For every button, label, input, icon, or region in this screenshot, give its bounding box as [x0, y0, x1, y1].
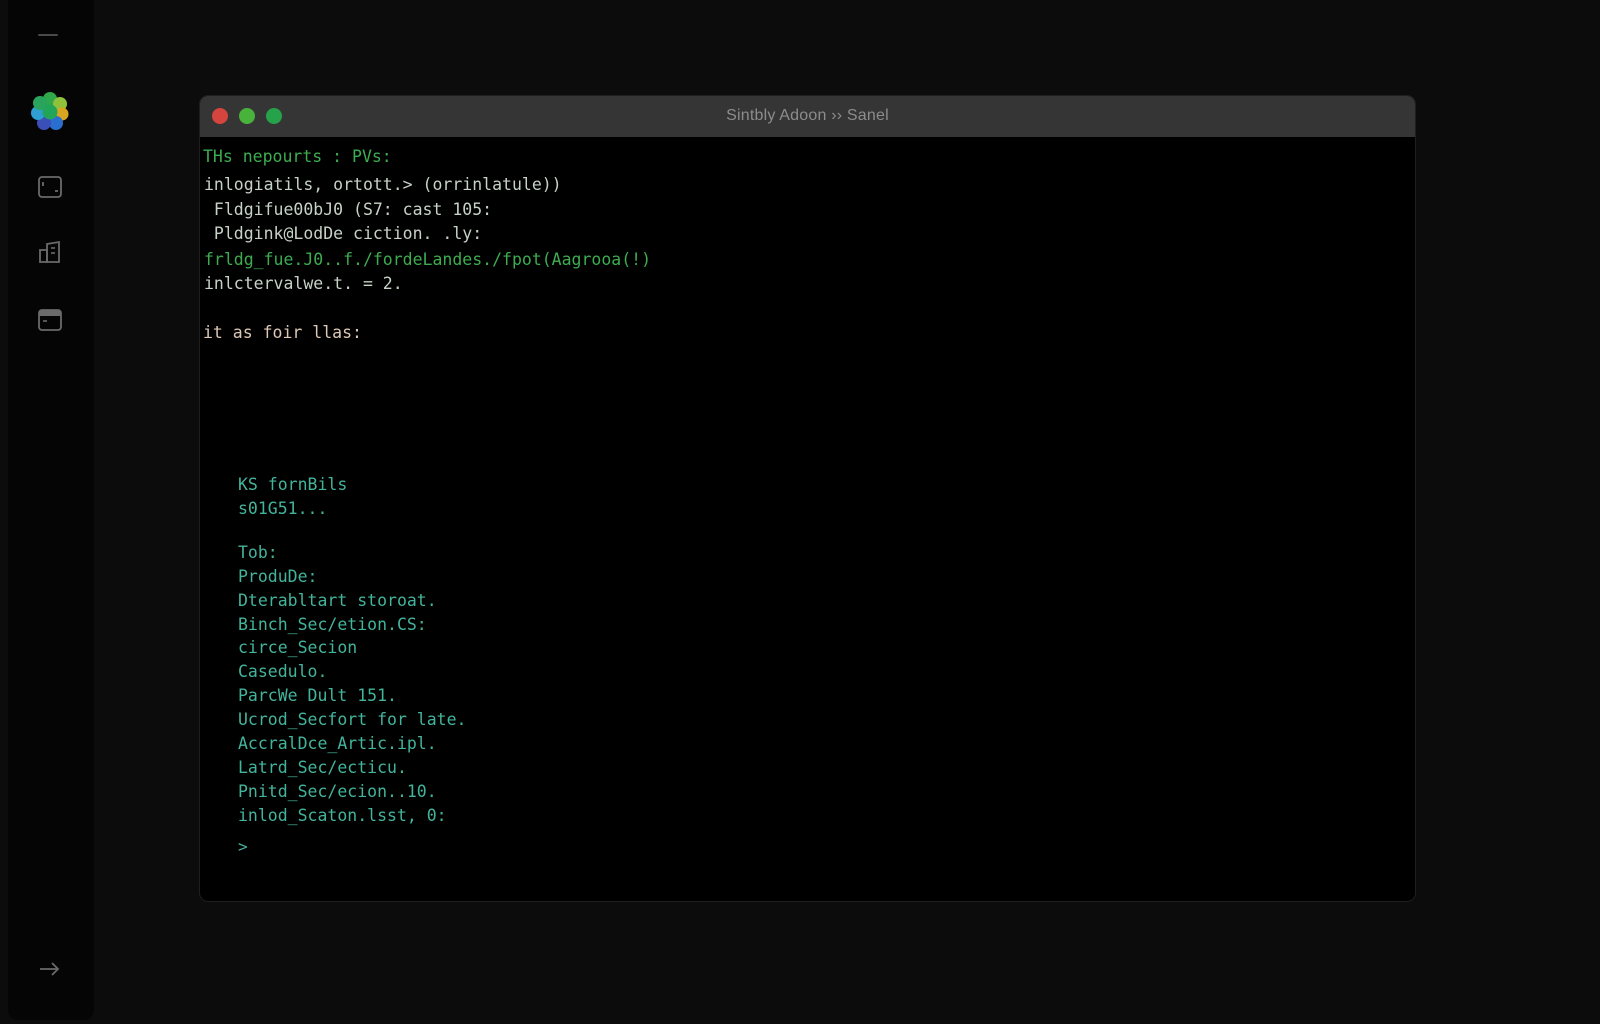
terminal-prompt[interactable]: >: [238, 837, 248, 856]
terminal-line: it as foir llas:: [203, 323, 362, 342]
terminal-line: inlod_Scaton.lsst, 0:: [238, 806, 447, 825]
terminal-line: Binch_Sec/etion.CS:: [238, 615, 427, 634]
terminal-line: Latrd_Sec/ecticu.: [238, 758, 407, 777]
terminal-line: AccralDce_Artic.ipl.: [238, 734, 437, 753]
window-titlebar[interactable]: Sintbly Adoon ›› Sanel: [200, 96, 1415, 137]
terminal-window-icon[interactable]: [37, 174, 63, 200]
terminal-line: Fldgifue00bJ0 (S7: cast 105:: [204, 200, 493, 219]
terminal-line: Pnitd_Sec/ecion..10.: [238, 782, 437, 801]
terminal-line: inlogiatils, ortott.> (orrinlatule)): [204, 175, 562, 194]
terminal-line: frldg_fue.J0..f./fordeLandes./fpot(Aagro…: [204, 250, 652, 269]
window-title: Sintbly Adoon ›› Sanel: [726, 107, 889, 124]
buildings-icon[interactable]: [37, 239, 63, 265]
terminal-line: Dterabltart storoat.: [238, 591, 437, 610]
app-logo-icon[interactable]: [27, 88, 73, 134]
terminal-line: s01G51...: [238, 499, 328, 518]
terminal-line: ParcWe Dult 151.: [238, 686, 397, 705]
terminal-output[interactable]: THs nepourts : PVs: inlogiatils, ortott.…: [200, 137, 1415, 901]
terminal-line: Casedulo.: [238, 662, 328, 681]
minimize-icon[interactable]: [38, 34, 58, 36]
arrow-right-icon[interactable]: [37, 958, 63, 980]
terminal-line: Ucrod_Secfort for late.: [238, 710, 467, 729]
terminal-line: inlctervalwe.t. = 2.: [204, 274, 403, 293]
sidebar: [8, 0, 94, 1020]
terminal-line: THs nepourts : PVs:: [203, 147, 392, 166]
terminal-line: Pldgink@LodDe ciction. .ly:: [204, 224, 483, 243]
terminal-line: KS fornBils: [238, 475, 348, 494]
terminal-line: ProduDe:: [238, 567, 318, 586]
terminal-line: circe_Secion: [238, 638, 358, 657]
terminal-line: Tob:: [238, 543, 278, 562]
terminal-window: Sintbly Adoon ›› Sanel THs nepourts : PV…: [199, 95, 1416, 902]
storage-icon[interactable]: [37, 307, 63, 333]
